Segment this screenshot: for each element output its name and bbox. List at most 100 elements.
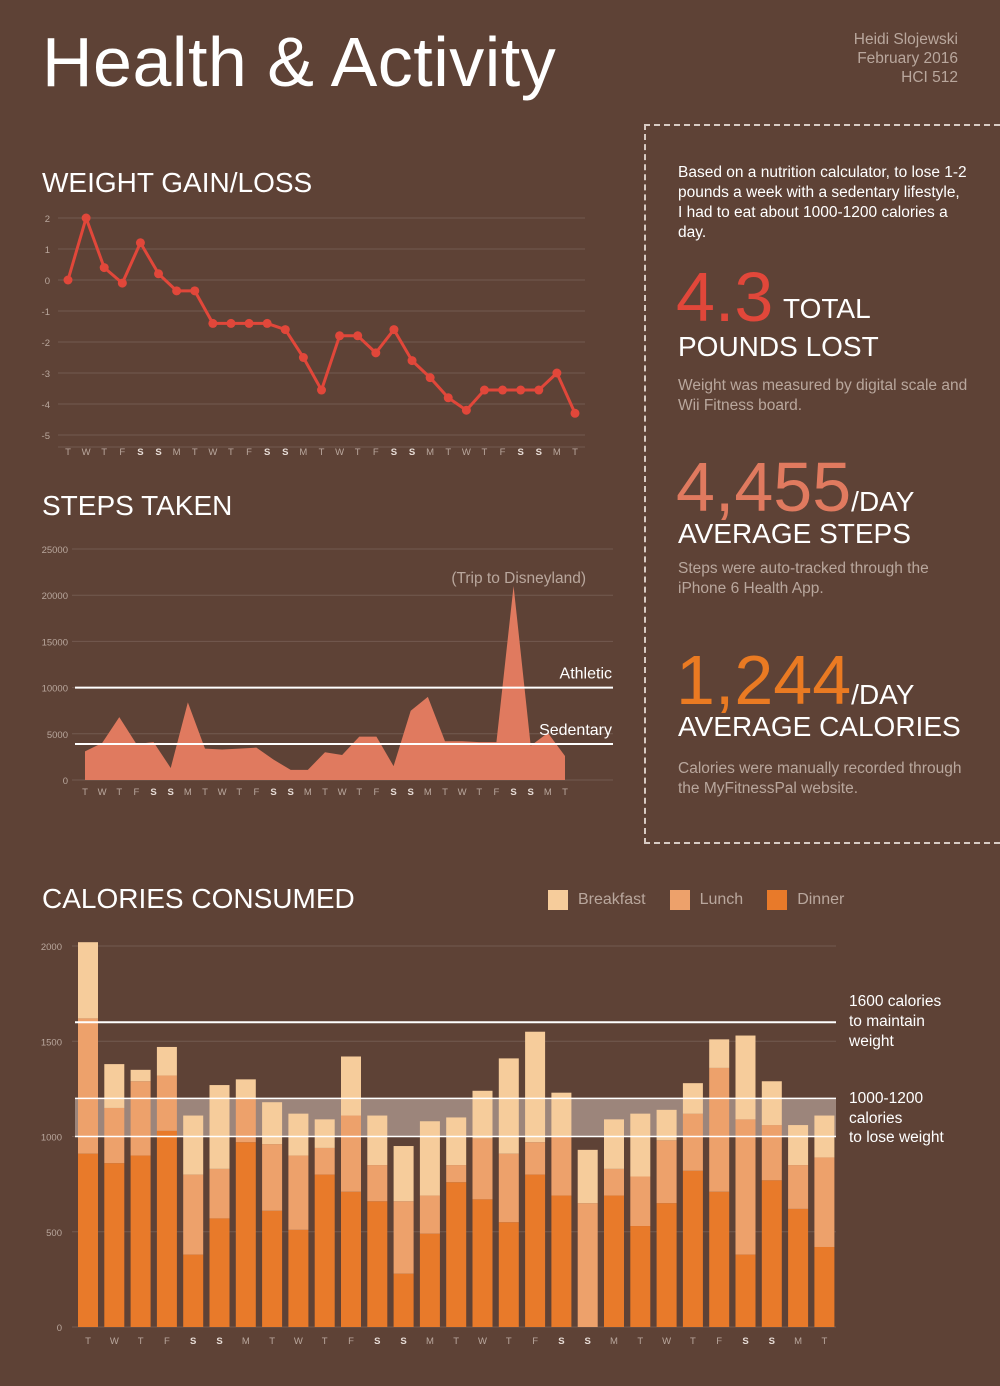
weight-xtick-label: W	[335, 447, 344, 458]
steps-xtick-label: S	[150, 787, 156, 798]
weight-ytick-label: -4	[42, 400, 50, 411]
steps-xtick-label: W	[338, 787, 347, 798]
bar-dinner	[472, 1199, 493, 1327]
steps-xtick-label: W	[458, 787, 467, 798]
bar-lunch	[630, 1176, 651, 1227]
weight-xtick-label: S	[518, 447, 524, 458]
weight-xtick-label: F	[500, 447, 506, 458]
calories-xtick-label: T	[821, 1336, 827, 1347]
bar-breakfast	[446, 1117, 467, 1166]
weight-ytick-label: 2	[45, 214, 50, 225]
bar-lunch	[472, 1138, 493, 1200]
course: HCI 512	[901, 69, 958, 86]
weight-xtick-label: T	[319, 447, 325, 458]
bar-breakfast	[551, 1092, 572, 1137]
legend-dinner: Dinner	[767, 890, 844, 910]
steps-xtick-label: M	[304, 787, 312, 798]
calories-xtick-label: W	[110, 1336, 119, 1347]
steps-xtick-label: T	[476, 787, 482, 798]
calories-xtick-label: M	[794, 1336, 802, 1347]
bar-lunch	[314, 1147, 335, 1175]
bar-lunch	[446, 1165, 467, 1183]
steps-xtick-label: W	[98, 787, 107, 798]
bar-dinner	[209, 1218, 230, 1327]
steps-xtick-label: S	[168, 787, 174, 798]
weight-stat-note: Weight was measured by digital scale and…	[678, 377, 968, 414]
calories-xtick-label: S	[216, 1336, 222, 1347]
bar-breakfast	[130, 1069, 151, 1082]
weight-xtick-label: W	[82, 447, 91, 458]
bar-lunch	[735, 1119, 756, 1255]
calories-ytick-label: 1500	[41, 1037, 62, 1048]
weight-xtick-label: F	[373, 447, 379, 458]
steps-xtick-label: T	[116, 787, 122, 798]
calories-stat-note: Calories were manually recorded through …	[678, 760, 962, 797]
bar-breakfast	[498, 1058, 519, 1154]
weight-xtick-label: M	[426, 447, 434, 458]
bar-dinner	[682, 1170, 703, 1327]
bar-dinner	[183, 1254, 204, 1327]
bar-lunch	[367, 1165, 388, 1202]
weight-point	[570, 408, 580, 418]
steps-ytick-label: 15000	[42, 637, 68, 648]
calories-stat-suffix: /DAY	[851, 679, 915, 710]
weight-point	[63, 275, 73, 285]
calories-xtick-label: T	[269, 1336, 275, 1347]
bar-breakfast	[341, 1056, 361, 1116]
bar-lunch	[262, 1144, 283, 1211]
bar-dinner	[761, 1180, 782, 1327]
calories-xtick-label: S	[558, 1336, 564, 1347]
steps-stat-label: AVERAGE STEPS	[678, 518, 911, 549]
bar-dinner	[367, 1201, 388, 1327]
weight-point	[81, 213, 91, 223]
steps-xtick-label: S	[288, 787, 294, 798]
weight-xtick-label: M	[553, 447, 561, 458]
calories-xtick-label: S	[742, 1336, 748, 1347]
legend-label-dinner: Dinner	[797, 891, 845, 908]
bar-breakfast	[656, 1109, 677, 1141]
weight-point	[226, 318, 236, 328]
maintain-weight-label: weight	[848, 1033, 894, 1050]
bar-breakfast	[209, 1085, 230, 1169]
calories-xtick-label: M	[242, 1336, 250, 1347]
weight-stat-label-a: TOTAL	[783, 293, 871, 324]
bar-breakfast	[78, 942, 98, 1019]
weight-xtick-label: M	[173, 447, 181, 458]
weight-xtick-label: S	[409, 447, 415, 458]
bar-lunch	[288, 1155, 309, 1230]
bar-lunch	[551, 1136, 572, 1196]
weight-point	[190, 286, 200, 296]
weight-point	[298, 353, 308, 362]
bar-lunch	[419, 1195, 440, 1234]
weight-point	[371, 348, 381, 358]
date: February 2016	[857, 50, 958, 67]
bar-breakfast	[419, 1121, 440, 1196]
weight-xtick-label: S	[282, 447, 288, 458]
calories-xtick-label: S	[585, 1336, 591, 1347]
weight-point	[335, 331, 345, 341]
bar-breakfast	[104, 1064, 125, 1108]
calories-xtick-label: T	[506, 1336, 512, 1347]
steps-xtick-label: S	[510, 787, 516, 798]
bar-lunch	[761, 1125, 782, 1181]
legend-swatch-dinner	[767, 890, 788, 910]
weight-point	[407, 356, 417, 366]
steps-ytick-label: 10000	[42, 684, 68, 695]
weight-point	[461, 405, 471, 415]
weight-xtick-label: S	[155, 447, 161, 458]
bar-dinner	[735, 1254, 756, 1327]
weight-ytick-label: -5	[42, 431, 50, 442]
bar-breakfast	[393, 1146, 414, 1202]
steps-xtick-label: F	[134, 787, 140, 798]
weight-point	[516, 385, 526, 395]
weight-point	[552, 368, 562, 378]
weight-xtick-label: S	[137, 447, 143, 458]
weight-point	[479, 385, 489, 395]
legend-breakfast: Breakfast	[548, 890, 646, 910]
bar-breakfast	[735, 1035, 756, 1120]
disneyland-annotation: (Trip to Disneyland)	[451, 570, 586, 587]
weight-xtick-label: S	[536, 447, 542, 458]
legend-swatch-lunch	[669, 890, 690, 910]
bar-dinner	[630, 1226, 651, 1327]
calories-xtick-label: W	[478, 1336, 487, 1347]
